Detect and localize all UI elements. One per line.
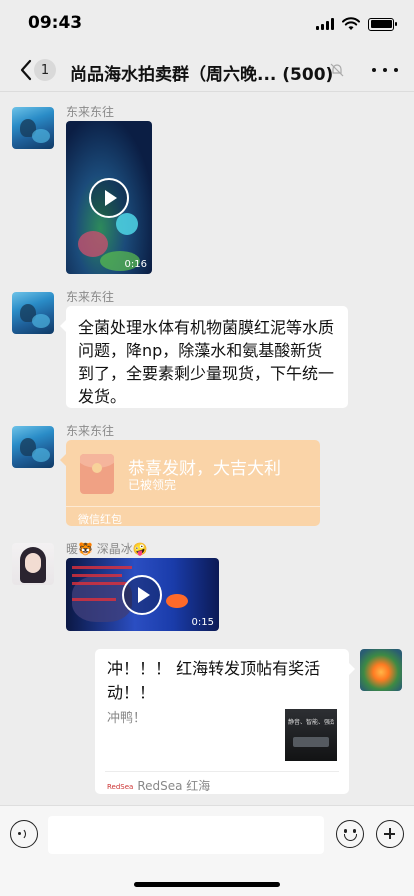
avatar[interactable] (12, 107, 54, 149)
plus-icon[interactable] (376, 820, 404, 848)
status-bar: 09:43 (0, 0, 414, 48)
message-input[interactable] (48, 816, 324, 854)
redsea-logo: RedSea (107, 782, 134, 791)
status-time: 09:43 (28, 13, 83, 33)
red-packet-message[interactable]: 恭喜发财，大吉大利 已被领完 微信红包 (60, 440, 320, 526)
dot-icon (372, 68, 376, 72)
share-card-thumbnail-text: 静音、智能、强劲 (288, 719, 334, 726)
red-packet-status: 已被领完 (128, 478, 177, 492)
avatar[interactable] (12, 426, 54, 468)
status-icons (316, 17, 397, 31)
signal-icon (316, 18, 334, 30)
home-indicator (134, 882, 280, 887)
sender-name: 东来东往 (66, 105, 115, 119)
battery-icon (368, 17, 397, 31)
share-card-thumbnail: 静音、智能、强劲 (285, 709, 337, 761)
chevron-left-icon (20, 59, 32, 81)
avatar[interactable] (12, 543, 54, 585)
share-card-source: RedSea RedSea 红海 (107, 777, 210, 794)
share-card-title: 冲！！！ 红海转发顶帖有奖活动！！ (107, 659, 321, 702)
voice-icon[interactable] (10, 820, 38, 848)
more-button[interactable] (372, 58, 398, 82)
sender-name: 东来东往 (66, 424, 115, 438)
avatar[interactable] (12, 292, 54, 334)
share-card-desc: 冲鸭！ (107, 711, 147, 726)
divider (105, 771, 339, 772)
input-bar (0, 805, 414, 896)
play-icon[interactable] (122, 575, 162, 615)
emoji-icon[interactable] (336, 820, 364, 848)
dot-icon (394, 68, 398, 72)
chat-header: 1 尚品海水拍卖群（周六晚... (500) (0, 48, 414, 92)
share-card-message[interactable]: 冲！！！ 红海转发顶帖有奖活动！！ 冲鸭！ 静音、智能、强劲 RedSea Red… (95, 649, 355, 794)
sender-name: 东来东往 (66, 290, 115, 304)
video-message[interactable]: 0:15 (66, 558, 219, 631)
video-duration: 0:16 (124, 259, 147, 270)
dot-icon (383, 68, 387, 72)
chat-title: 尚品海水拍卖群（周六晚... (500) (70, 65, 334, 85)
play-icon[interactable] (89, 178, 129, 218)
video-message[interactable]: 0:16 (66, 121, 152, 274)
unread-badge[interactable]: 1 (34, 59, 56, 81)
share-card-source-text: RedSea 红海 (137, 779, 211, 793)
divider (66, 506, 320, 507)
video-duration: 0:15 (191, 617, 214, 628)
red-packet-icon (80, 454, 114, 494)
sender-name: 暖🐯 深晶冰🤪 (66, 542, 148, 556)
my-avatar[interactable] (360, 649, 402, 691)
mute-bell-icon (330, 63, 344, 77)
wifi-icon (342, 17, 360, 30)
red-packet-label: 微信红包 (78, 513, 122, 526)
text-message[interactable]: 全菌处理水体有机物菌膜红泥等水质问题，降np，除藻水和氨基酸新货到了，全要素剩少… (60, 306, 348, 408)
